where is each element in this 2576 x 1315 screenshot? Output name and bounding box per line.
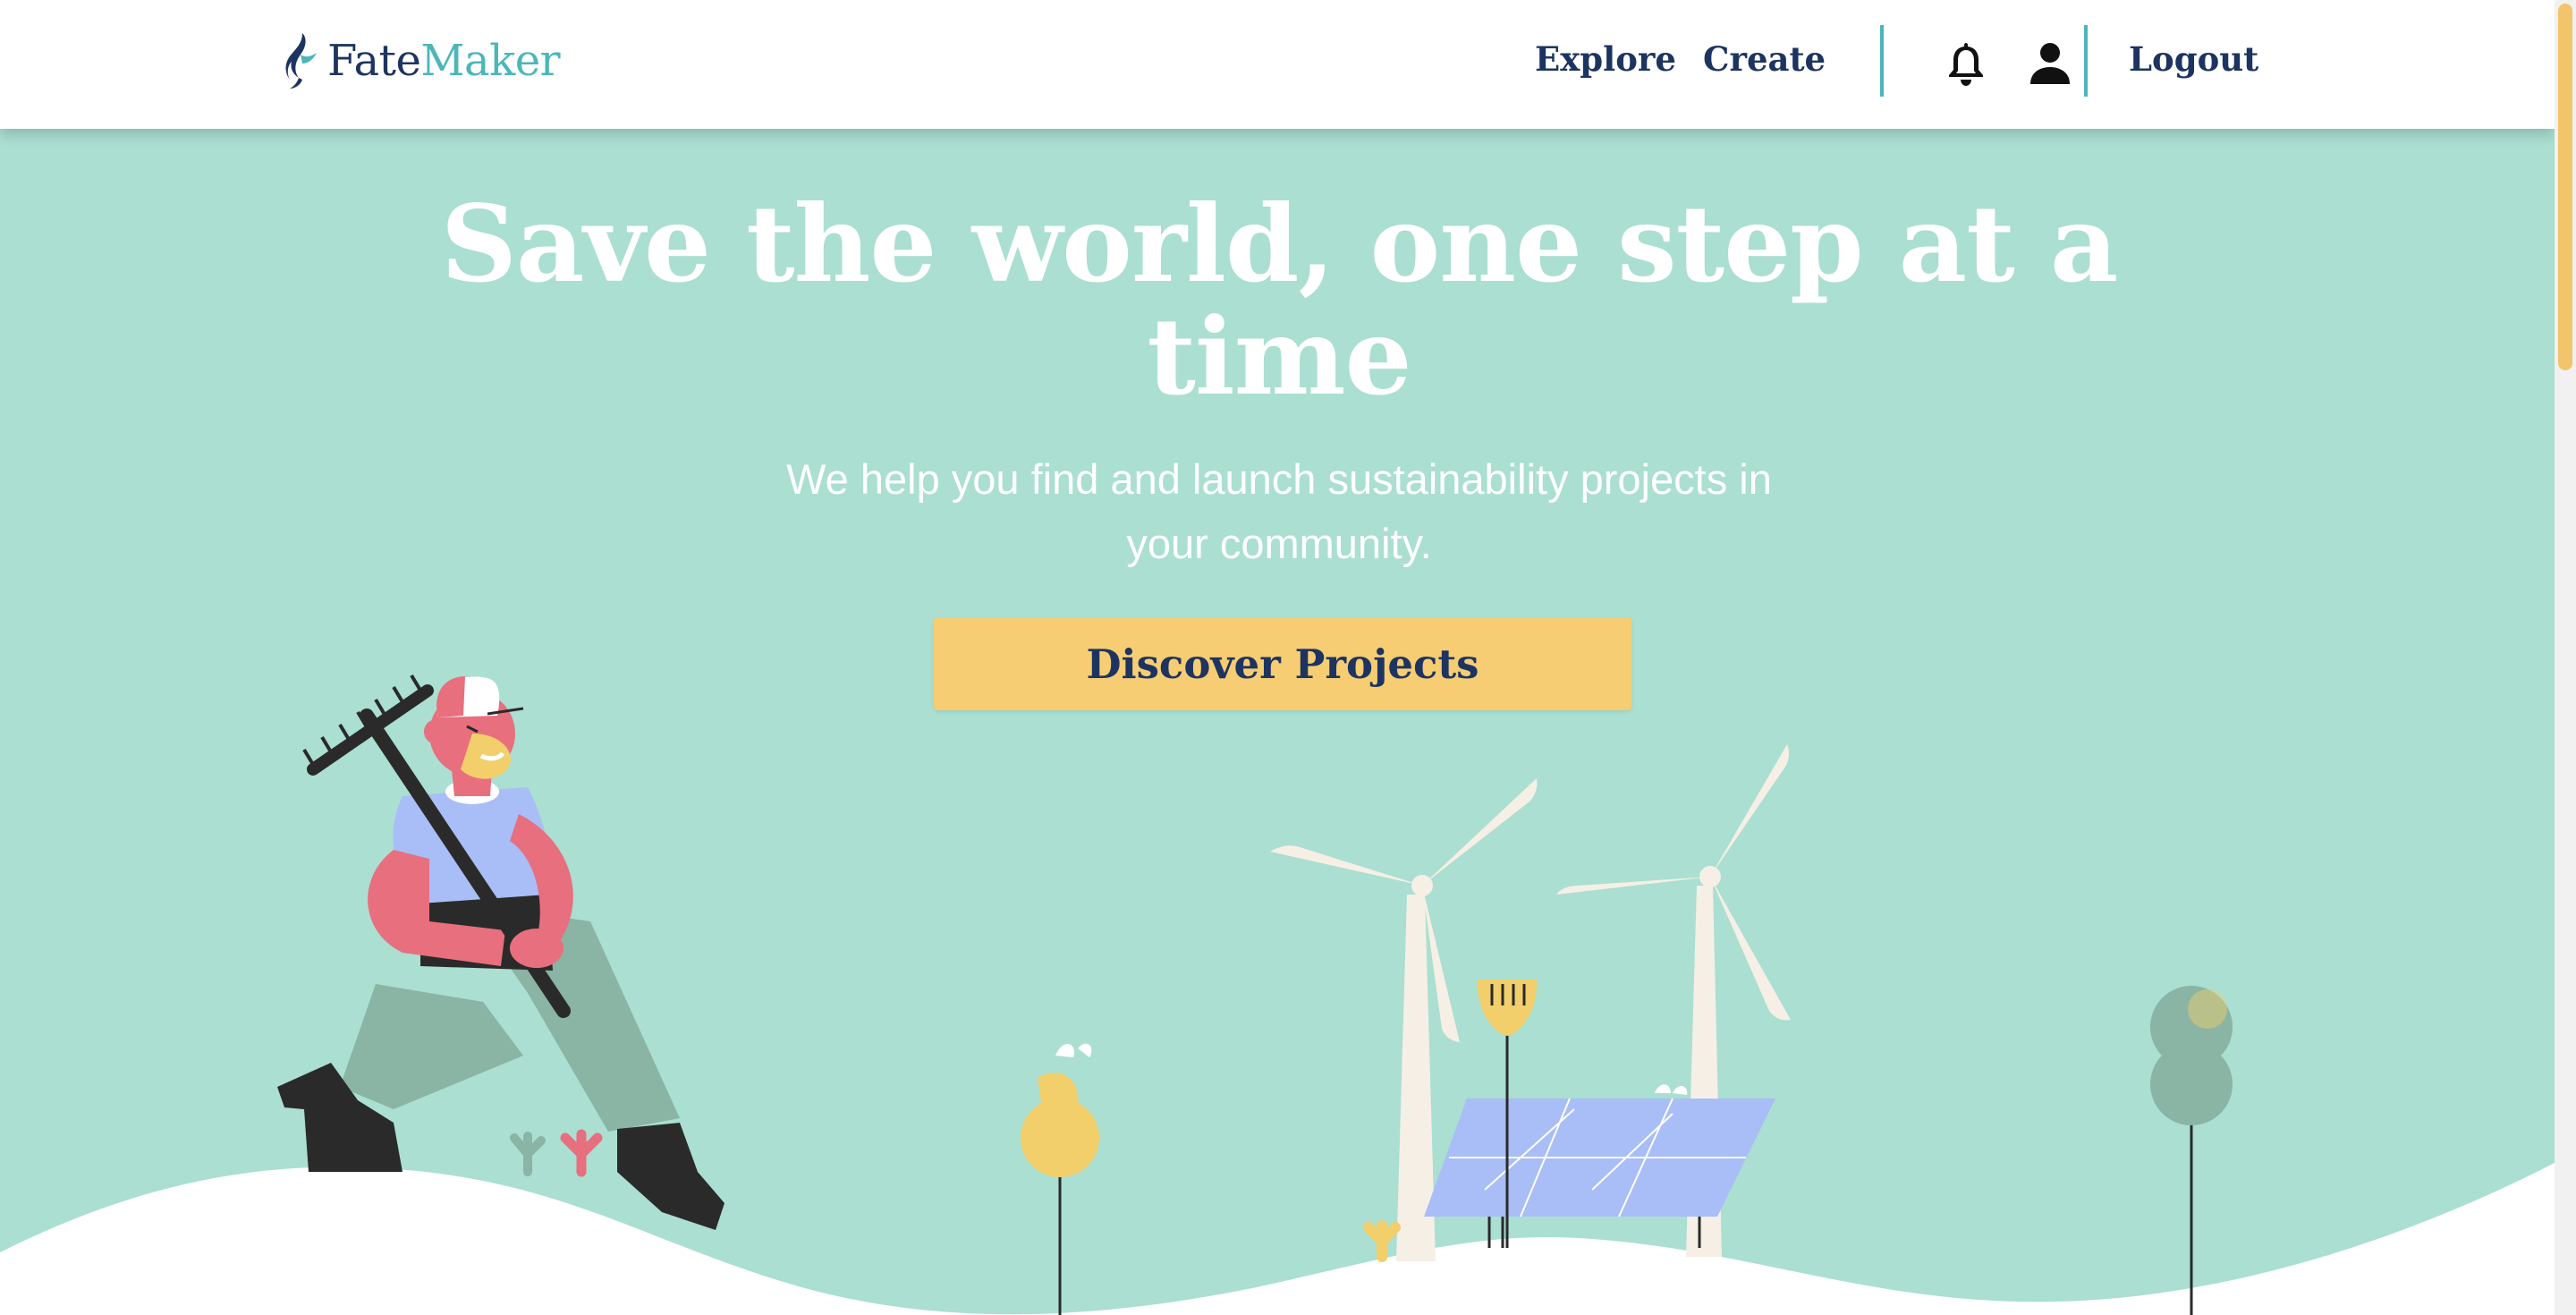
discover-projects-button[interactable]: Discover Projects bbox=[934, 617, 1631, 710]
nav-divider-left bbox=[1880, 25, 1884, 97]
small-sprout bbox=[1363, 1220, 1401, 1262]
solar-panel bbox=[1424, 1084, 1775, 1248]
round-tree bbox=[2150, 986, 2233, 1315]
top-navigation-bar: FateMaker Explore Create Logout bbox=[0, 0, 2555, 129]
brand-name: FateMaker bbox=[327, 36, 561, 86]
scrollbar-thumb[interactable] bbox=[2558, 4, 2572, 370]
bird-logo-icon bbox=[285, 33, 317, 89]
brand-name-part2: Maker bbox=[420, 36, 561, 86]
brand-logo[interactable]: FateMaker bbox=[283, 29, 561, 93]
nav-divider-right bbox=[2084, 25, 2088, 97]
yellow-plant bbox=[1021, 1043, 1099, 1315]
nav-create-link[interactable]: Create bbox=[1703, 39, 1826, 79]
hero-title: Save the world, one step at a time bbox=[440, 182, 2119, 419]
page-scrollbar[interactable] bbox=[2555, 0, 2576, 1315]
brand-name-part1: Fate bbox=[327, 36, 421, 86]
user-icon[interactable] bbox=[2027, 39, 2073, 88]
nav-logout-link[interactable]: Logout bbox=[2129, 39, 2258, 79]
hills-shape bbox=[0, 1163, 2555, 1315]
nav-explore-link[interactable]: Explore bbox=[1535, 39, 1676, 79]
hero-subtitle: We help you find and launch sustainabili… bbox=[786, 455, 1772, 567]
bell-icon[interactable] bbox=[1943, 39, 1989, 88]
gardener-figure bbox=[277, 674, 724, 1230]
